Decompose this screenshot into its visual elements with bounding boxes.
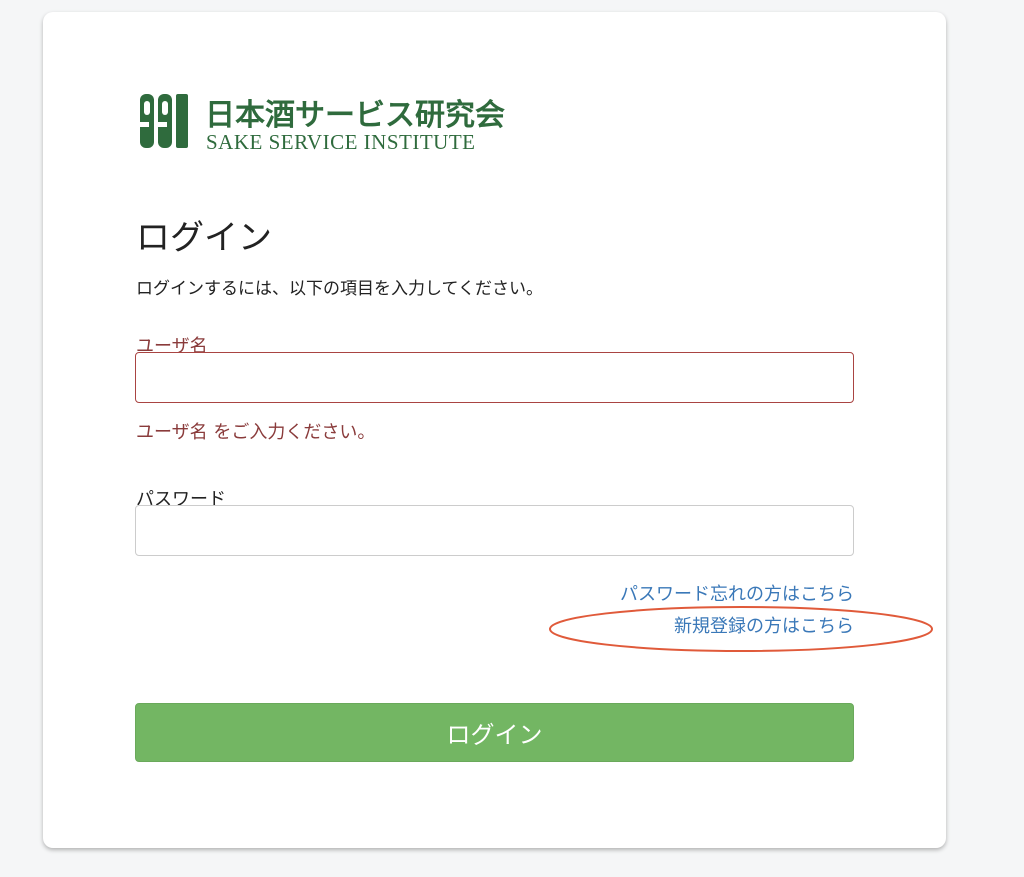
username-error-message: ユーザ名 をご入力ください。 [136, 422, 376, 443]
page-title: ログイン [136, 218, 272, 258]
logo-mark-icon [140, 94, 188, 148]
username-input[interactable] [135, 352, 854, 403]
forgot-password-link[interactable]: パスワード忘れの方はこちら [620, 580, 854, 606]
sake-service-institute-logo: 日本酒サービス研究会 SAKE SERVICE INSTITUTE [139, 92, 539, 164]
logo-english-name: SAKE SERVICE INSTITUTE [206, 130, 476, 154]
login-button[interactable]: ログイン [135, 703, 854, 762]
password-input[interactable] [135, 505, 854, 556]
login-instruction: ログインするには、以下の項目を入力してください。 [136, 279, 543, 299]
register-link[interactable]: 新規登録の方はこちら [674, 612, 854, 638]
logo-japanese-name: 日本酒サービス研究会 [205, 98, 505, 133]
login-card: 日本酒サービス研究会 SAKE SERVICE INSTITUTE ログイン ロ… [43, 12, 946, 848]
